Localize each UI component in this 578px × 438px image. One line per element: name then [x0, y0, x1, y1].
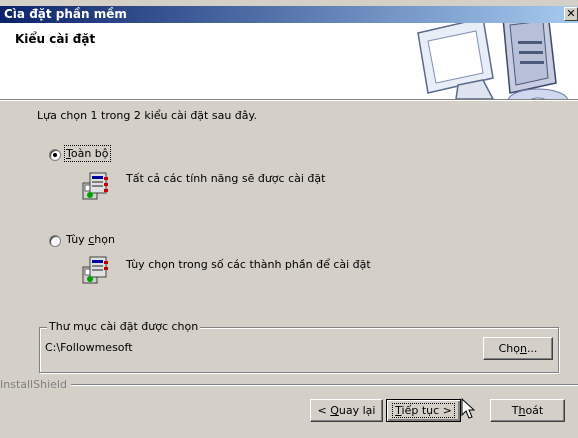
back-button[interactable]: < Quay lại	[310, 399, 383, 422]
radio-custom[interactable]	[49, 235, 61, 247]
title-bar[interactable]: Cìa đặt phần mềm ✕	[0, 6, 578, 23]
option-full-description: Tất cả các tính năng sẽ được cài đặt	[126, 172, 326, 185]
destination-legend: Thư mục cài đặt được chọn	[47, 320, 201, 333]
brand-separator: InstallShield	[0, 379, 578, 390]
cancel-button[interactable]: Thoát	[490, 399, 565, 422]
setup-custom-icon	[82, 256, 108, 284]
window-title: Cìa đặt phần mềm	[4, 7, 127, 21]
next-button[interactable]: Tiếp tục >	[386, 399, 461, 422]
computer-cd-icon	[417, 23, 569, 99]
instructions-text: Lựa chọn 1 trong 2 kiểu cài đặt sau đây.	[37, 109, 257, 122]
installer-dialog: Cìa đặt phần mềm ✕ Kiểu cài đặt Lựa chọn…	[0, 0, 578, 438]
radio-full[interactable]	[49, 149, 61, 161]
destination-path: C:\Followmesoft	[45, 341, 133, 354]
destination-group: Thư mục cài đặt được chọn C:\Followmesof…	[39, 320, 559, 373]
setup-full-icon	[82, 172, 108, 200]
next-button-label: Tiếp tục >	[392, 403, 455, 418]
mouse-cursor-icon	[461, 398, 475, 419]
installshield-brand: InstallShield	[0, 379, 71, 390]
close-button[interactable]: ✕	[564, 7, 578, 21]
option-custom-description: Tùy chọn trong số các thành phần để cài …	[126, 258, 371, 271]
option-full-label[interactable]: Toàn bộ	[64, 145, 111, 162]
option-custom-label[interactable]: Tùy chọn	[66, 233, 115, 246]
close-icon: ✕	[566, 7, 576, 20]
brand-rule	[60, 384, 578, 386]
browse-button[interactable]: Chọn...	[483, 337, 553, 360]
header-panel: Kiểu cài đặt	[0, 23, 578, 99]
page-title: Kiểu cài đặt	[15, 32, 96, 46]
header-separator	[0, 99, 578, 101]
option-full-text: Toàn bộ	[64, 145, 111, 162]
